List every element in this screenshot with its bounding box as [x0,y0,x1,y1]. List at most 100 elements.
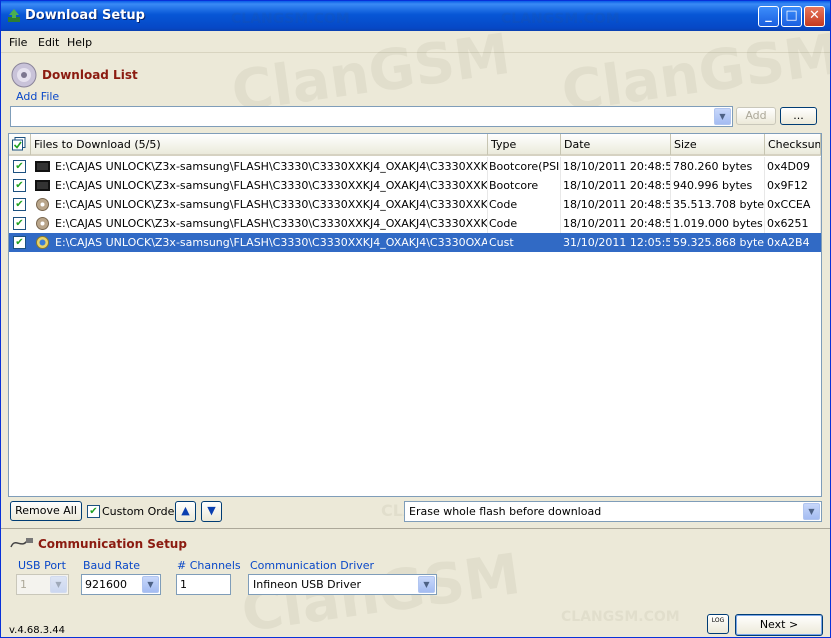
communication-setup-heading: Communication Setup [38,537,187,551]
column-header-checksum[interactable]: Checksum [765,134,821,155]
row-checkbox[interactable]: ✔ [13,217,26,230]
usb-port-value: 1 [20,578,27,591]
type-cell: Cust [488,233,561,252]
file-path-cell: E:\CAJAS UNLOCK\Z3x-samsung\FLASH\C3330\… [54,176,488,195]
file-path-combo[interactable]: ▼ [10,106,733,127]
usb-port-label: USB Port [18,559,66,572]
log-icon: LOG [711,617,725,624]
channels-label: # Channels [177,559,241,572]
move-up-button[interactable]: ▲ [175,501,196,522]
baud-rate-select[interactable]: 921600 ▼ [81,574,161,595]
table-row[interactable]: ✔ E:\CAJAS UNLOCK\Z3x-samsung\FLASH\C333… [9,214,821,233]
chip-icon [35,161,50,172]
type-cell: Bootcore(PSI) [488,157,561,176]
date-cell: 18/10/2011 20:48:56 [561,214,671,233]
menu-edit[interactable]: Edit [38,36,59,49]
menu-bar: File Edit Help [1,32,830,53]
arrow-up-icon: ▲ [181,504,190,517]
chevron-down-icon[interactable]: ▼ [714,108,731,125]
app-icon [8,9,20,22]
erase-option-value: Erase whole flash before download [409,505,602,518]
custom-order-checkbox[interactable]: ✔ [87,505,100,518]
chevron-down-icon[interactable]: ▼ [803,503,820,520]
file-path-cell: E:\CAJAS UNLOCK\Z3x-samsung\FLASH\C3330\… [54,214,488,233]
column-header-files[interactable]: Files to Download (5/5) [31,134,488,155]
files-table: Files to Download (5/5) Type Date Size C… [8,133,822,497]
maximize-icon: □ [785,8,798,23]
table-row[interactable]: ✔ E:\CAJAS UNLOCK\Z3x-samsung\FLASH\C333… [9,176,821,195]
remove-all-button[interactable]: Remove All [10,501,82,521]
disc-icon [36,217,49,230]
file-path-cell: E:\CAJAS UNLOCK\Z3x-samsung\FLASH\C3330\… [54,233,488,252]
row-checkbox[interactable]: ✔ [13,179,26,192]
cable-icon [10,538,33,548]
add-button[interactable]: Add [736,107,776,125]
move-down-button[interactable]: ▼ [201,501,222,522]
download-setup-window: Download Setup _ □ ✕ File Edit Help Clan… [0,0,831,638]
download-list-heading: Download List [42,68,138,82]
chip-icon [35,180,50,191]
channels-input[interactable]: 1 [176,574,231,595]
erase-option-select[interactable]: Erase whole flash before download ▼ [404,501,822,522]
table-row[interactable]: ✔ E:\CAJAS UNLOCK\Z3x-samsung\FLASH\C333… [9,157,821,176]
row-checkbox[interactable]: ✔ [13,160,26,173]
size-cell: 35.513.708 bytes [671,195,765,214]
arrow-down-icon: ▼ [207,504,216,517]
close-button[interactable]: ✕ [804,6,825,27]
chevron-down-icon[interactable]: ▼ [418,576,435,593]
next-button[interactable]: Next > [735,614,823,636]
size-cell: 940.996 bytes [671,176,765,195]
table-row-selected[interactable]: ✔ E:\CAJAS UNLOCK\Z3x-samsung\FLASH\C333… [9,233,821,252]
driver-value: Infineon USB Driver [253,578,362,591]
date-cell: 31/10/2011 12:05:54 [561,233,671,252]
watermark-site: CLANGSM.COM [561,609,680,625]
type-cell: Code [488,195,561,214]
driver-select[interactable]: Infineon USB Driver ▼ [248,574,437,595]
table-header: Files to Download (5/5) Type Date Size C… [9,134,821,156]
type-cell: Bootcore [488,176,561,195]
row-checkbox[interactable]: ✔ [13,198,26,211]
column-header-type[interactable]: Type [488,134,561,155]
window-title: Download Setup [25,8,145,23]
log-button[interactable]: LOG [707,614,729,634]
checksum-cell: 0x9F12 [765,176,821,195]
driver-label: Communication Driver [250,559,375,572]
checksum-cell: 0xA2B4 [765,233,821,252]
column-header-size[interactable]: Size [671,134,765,155]
file-path-cell: E:\CAJAS UNLOCK\Z3x-samsung\FLASH\C3330\… [54,195,488,214]
baud-rate-label: Baud Rate [83,559,140,572]
section-divider [1,528,830,529]
add-file-link[interactable]: Add File [16,90,59,103]
usb-port-select[interactable]: 1 ▼ [16,574,69,595]
check-all-icon [12,137,26,151]
date-cell: 18/10/2011 20:48:56 [561,157,671,176]
cd-icon [11,62,37,88]
cust-icon [36,236,49,249]
disc-icon [36,198,49,211]
file-path-cell: E:\CAJAS UNLOCK\Z3x-samsung\FLASH\C3330\… [54,157,488,176]
menu-file[interactable]: File [9,36,27,49]
checksum-cell: 0x6251 [765,214,821,233]
checksum-cell: 0xCCEA [765,195,821,214]
date-cell: 18/10/2011 20:48:56 [561,195,671,214]
header-check-all[interactable] [9,134,31,155]
baud-rate-value: 921600 [85,578,127,591]
minimize-button[interactable]: _ [758,6,779,27]
date-cell: 18/10/2011 20:48:56 [561,176,671,195]
close-icon: ✕ [809,8,820,23]
browse-button[interactable]: ... [780,107,817,125]
column-header-date[interactable]: Date [561,134,671,155]
maximize-button[interactable]: □ [781,6,802,27]
menu-help[interactable]: Help [67,36,92,49]
chevron-down-icon[interactable]: ▼ [50,576,67,593]
row-checkbox[interactable]: ✔ [13,236,26,249]
table-row[interactable]: ✔ E:\CAJAS UNLOCK\Z3x-samsung\FLASH\C333… [9,195,821,214]
title-bar[interactable]: Download Setup _ □ ✕ [1,1,830,31]
minimize-icon: _ [765,8,772,23]
checksum-cell: 0x4D09 [765,157,821,176]
size-cell: 1.019.000 bytes [671,214,765,233]
chevron-down-icon[interactable]: ▼ [142,576,159,593]
version-label: v.4.68.3.44 [9,625,66,636]
custom-order-label: Custom Order [102,505,179,518]
size-cell: 780.260 bytes [671,157,765,176]
